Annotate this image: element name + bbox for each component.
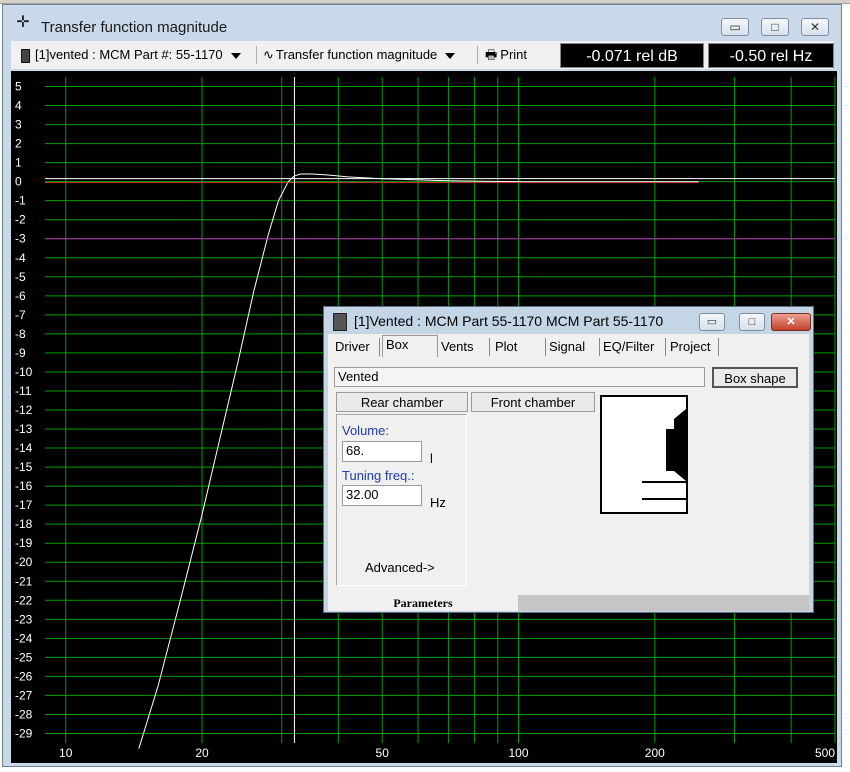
driver-select[interactable]: [1]vented : MCM Part #: 55-1170 [21,45,241,65]
x-tick-label: 50 [376,746,390,760]
y-tick-label: -13 [15,422,33,436]
tuning-label: Tuning freq.: [342,468,415,483]
y-tick-label: -25 [15,650,33,664]
x-tick-label: 200 [645,746,665,760]
wave-icon: ∿ [263,47,274,62]
y-tick-label: -28 [15,707,33,721]
y-tick-label: -5 [15,270,26,284]
window-title: Transfer function magnitude [41,19,228,36]
tuning-unit: Hz [430,495,446,510]
window-titlebar[interactable]: ✛ Transfer function magnitude ▭ □ ✕ [3,5,841,37]
tab-driver[interactable]: Driver [332,338,380,356]
y-tick-label: -1 [15,194,26,208]
y-tick-label: 4 [15,99,22,113]
y-tick-label: 1 [15,156,22,170]
box-shape-button[interactable]: Box shape [712,367,798,388]
box-dialog: [1]Vented : MCM Part 55-1170 MCM Part 55… [323,306,814,613]
dialog-maximize-button[interactable]: □ [739,313,765,331]
x-tick-label: 20 [195,746,209,760]
y-tick-label: -19 [15,536,33,550]
y-tick-label: -21 [15,574,33,588]
y-tick-label: -26 [15,669,33,683]
plot-select-label: Transfer function magnitude [275,47,438,62]
y-tick-label: 2 [15,137,22,151]
y-tick-label: 5 [15,80,22,94]
status-bar: Parameters [328,595,809,611]
x-tick-label: 10 [59,746,73,760]
tab-box[interactable]: Box [382,335,438,357]
y-tick-label: -24 [15,631,33,645]
print-button[interactable]: 🖶 Print [485,45,527,65]
tuning-input[interactable]: 32.00 [342,485,422,506]
y-tick-label: -20 [15,555,33,569]
y-tick-label: -12 [15,403,33,417]
plot-select[interactable]: ∿ Transfer function magnitude [263,45,456,65]
y-tick-label: -9 [15,346,26,360]
toolbar-separator [256,46,257,64]
y-tick-label: 3 [15,118,22,132]
printer-icon: 🖶 [485,47,498,62]
advanced-button[interactable]: Advanced-> [365,560,435,575]
y-tick-label: -27 [15,688,33,702]
tab-plot[interactable]: Plot [492,338,546,356]
y-tick-label: -4 [15,251,26,265]
toolbar-separator [477,46,478,64]
db-readout: -0.071 rel dB [560,43,704,68]
driver-select-label: [1]vented : MCM Part #: 55-1170 [35,47,223,62]
dialog-body: Driver Box Vents Plot Signal EQ/Filter P… [328,334,809,611]
maximize-button[interactable]: □ [761,18,789,36]
tab-strip: Driver Box Vents Plot Signal EQ/Filter P… [328,334,809,358]
dialog-close-button[interactable]: ✕ [771,313,811,331]
volume-input[interactable]: 68. [342,441,422,462]
y-tick-label: -18 [15,517,33,531]
speaker-icon [333,313,347,331]
y-tick-label: -29 [15,726,33,740]
tab-vents[interactable]: Vents [438,338,490,356]
close-button[interactable]: ✕ [801,18,829,36]
y-tick-label: -11 [15,384,32,398]
toolbar: [1]vented : MCM Part #: 55-1170 ∿ Transfe… [11,41,834,69]
tab-project[interactable]: Project [667,338,719,356]
chevron-down-icon [445,52,456,59]
y-tick-label: -16 [15,479,33,493]
minimize-button[interactable]: ▭ [721,18,749,36]
dialog-minimize-button[interactable]: ▭ [699,313,725,331]
box-type-field[interactable]: Vented [334,367,705,387]
y-tick-label: -17 [15,498,33,512]
tab-signal[interactable]: Signal [546,338,600,356]
box-diagram [600,395,688,514]
rear-chamber-button[interactable]: Rear chamber [336,392,468,412]
y-tick-label: -7 [15,308,26,322]
status-text: Parameters [328,595,518,611]
y-tick-label: 0 [15,175,22,189]
y-tick-label: -14 [15,441,33,455]
crosshair-icon: ✛ [16,14,30,31]
print-label: Print [500,47,528,62]
y-tick-label: -3 [15,232,26,246]
hz-readout: -0.50 rel Hz [708,43,834,68]
chevron-down-icon [230,52,241,59]
tab-eq-filter[interactable]: EQ/Filter [600,338,666,356]
volume-unit: l [430,451,433,466]
front-chamber-button[interactable]: Front chamber [471,392,595,412]
volume-label: Volume: [342,423,389,438]
y-tick-label: -22 [15,593,33,607]
y-tick-label: -2 [15,213,26,227]
y-tick-label: -15 [15,460,33,474]
driver-icon [21,48,30,63]
y-tick-label: -6 [15,289,26,303]
y-tick-label: -8 [15,327,26,341]
x-tick-label: 100 [508,746,528,760]
y-tick-label: -23 [15,612,33,626]
dialog-title: [1]Vented : MCM Part 55-1170 MCM Part 55… [354,313,664,329]
x-tick-label: 500 [815,746,835,760]
y-tick-label: -10 [15,365,33,379]
